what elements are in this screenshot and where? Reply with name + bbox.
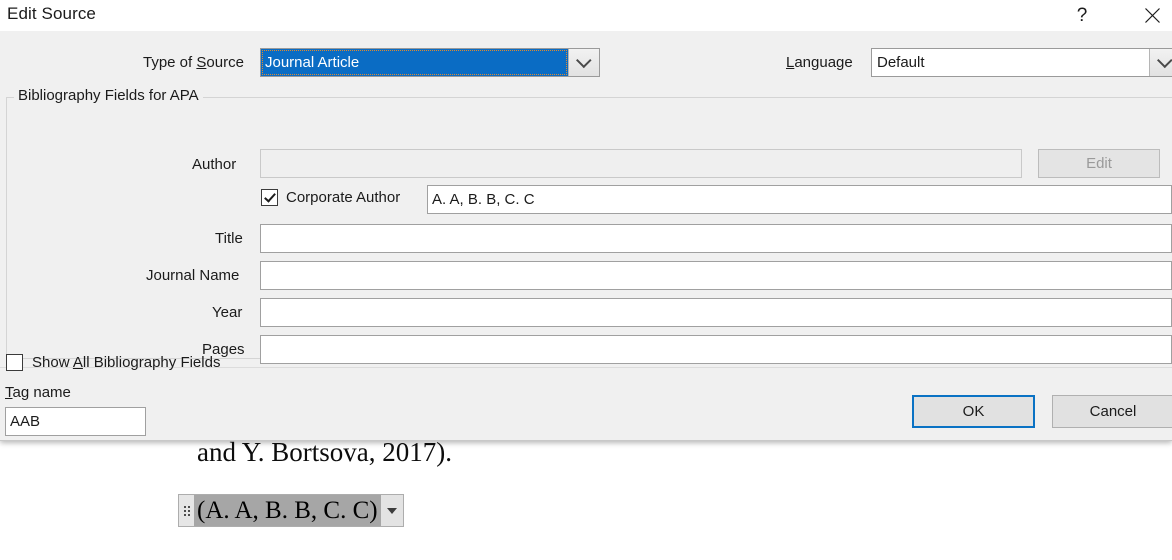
title-label: Title [215, 230, 243, 247]
close-button[interactable] [1130, 0, 1172, 31]
language-dropdown[interactable]: Default [871, 48, 1172, 77]
close-x-icon [1144, 8, 1160, 23]
question-mark-icon: ? [1076, 5, 1088, 26]
journal-name-label: Journal Name [146, 267, 240, 284]
corporate-author-input[interactable]: A. A, B. B, C. C [427, 185, 1172, 214]
year-input[interactable] [260, 298, 1172, 327]
cancel-button[interactable]: Cancel [1052, 395, 1172, 428]
author-input[interactable] [260, 149, 1022, 178]
tag-name-label: Tag name [5, 384, 71, 401]
journal-name-input[interactable] [260, 261, 1172, 290]
corporate-author-checkbox[interactable] [261, 189, 278, 206]
chevron-down-icon[interactable] [1149, 49, 1172, 76]
show-all-bibliography-fields-row[interactable]: Show All Bibliography Fields [6, 354, 220, 371]
dialog-body: Type of Source Journal Article Language … [0, 31, 1172, 440]
language-value[interactable]: Default [872, 49, 1149, 76]
type-of-source-label: Type of Source [143, 54, 244, 71]
corporate-author-row[interactable]: Corporate Author [261, 189, 400, 206]
dialog-title: Edit Source [7, 4, 96, 23]
bibliography-fields-groupbox-label: Bibliography Fields for APA [14, 87, 203, 104]
drag-handle-icon[interactable] [178, 494, 194, 527]
pages-input[interactable] [260, 335, 1172, 364]
show-all-bibliography-fields-label: Show All Bibliography Fields [32, 354, 221, 371]
citation-text[interactable]: (A. A, B. B, C. C) [194, 494, 381, 527]
year-label: Year [212, 304, 243, 321]
help-button[interactable]: ? [1060, 0, 1104, 31]
author-label: Author [192, 156, 237, 173]
document-paragraph-text: and Y. Bortsova, 2017). [197, 437, 452, 467]
show-all-bibliography-fields-checkbox[interactable] [6, 354, 23, 371]
caret-down-icon[interactable] [380, 494, 404, 527]
citation-field[interactable]: (A. A, B. B, C. C) [178, 494, 404, 527]
type-of-source-dropdown[interactable]: Journal Article [260, 48, 600, 77]
edit-source-dialog: Edit Source ? Type of Source Journal Art… [0, 0, 1172, 441]
tag-name-input[interactable]: AAB [5, 407, 146, 436]
title-input[interactable] [260, 224, 1172, 253]
dialog-titlebar: Edit Source ? [0, 0, 1172, 31]
corporate-author-label: Corporate Author [286, 189, 401, 206]
ok-button[interactable]: OK [912, 395, 1035, 428]
chevron-down-icon[interactable] [568, 49, 599, 76]
type-of-source-value[interactable]: Journal Article [261, 49, 568, 76]
edit-author-button[interactable]: Edit [1038, 149, 1160, 178]
language-label: Language [786, 54, 853, 71]
